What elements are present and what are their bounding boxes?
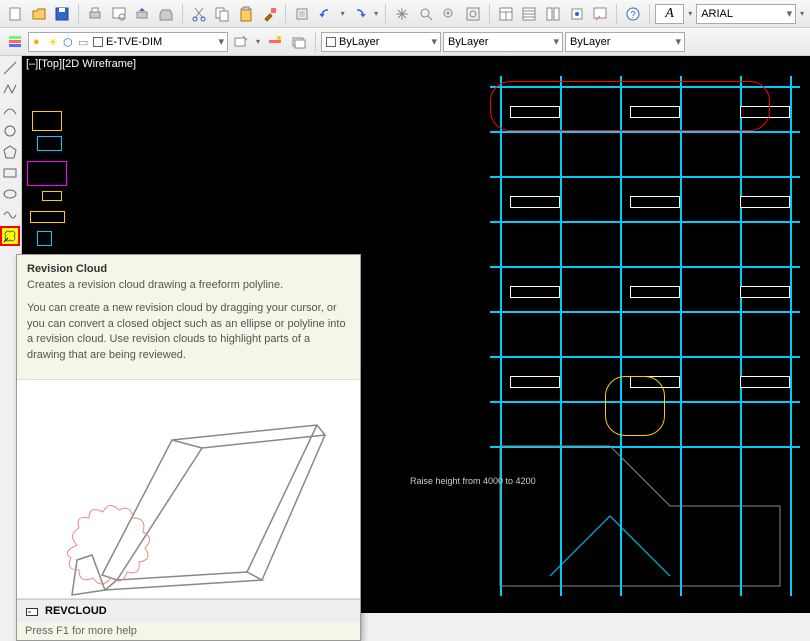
tool-palette-button[interactable] [542,3,564,25]
circle-tool[interactable] [0,121,20,141]
separator [285,4,286,24]
match-button[interactable] [259,3,281,25]
separator [616,4,617,24]
line-tool[interactable] [0,58,20,78]
linetype-value: ByLayer [448,36,488,48]
open-button[interactable] [28,3,50,25]
lineweight-value: ByLayer [570,36,610,48]
tooltip-popup: Revision Cloud Creates a revision cloud … [16,254,361,641]
undo-dropdown[interactable]: ▾ [339,3,347,25]
zoom-extents-button[interactable] [462,3,484,25]
separator [385,4,386,24]
color-select[interactable]: ByLayer [321,32,441,52]
tooltip-command: REVCLOUD [45,605,107,617]
separator [182,4,183,24]
font-name-value: ARIAL [701,8,733,20]
layer-states-dropdown[interactable]: ▾ [254,31,262,53]
3dprint-button[interactable] [155,3,177,25]
separator [649,4,650,24]
plot-preview-button[interactable] [108,3,130,25]
layer-prev-button[interactable] [288,31,310,53]
drawing-fragment-left [22,76,102,276]
redo-dropdown[interactable]: ▾ [372,3,380,25]
tooltip-help: Press F1 for more help [17,622,360,640]
drawing-main: Raise height from 4000 to 4200 [470,56,810,613]
lineweight-select[interactable]: ByLayer [565,32,685,52]
print-icon: ▭ [78,36,90,48]
arc-tool[interactable] [0,100,20,120]
design-center-button[interactable] [566,3,588,25]
zoom-window-button[interactable] [438,3,460,25]
font-name-select[interactable]: ARIAL [696,4,796,24]
pan-button[interactable] [391,3,413,25]
copy-button[interactable] [211,3,233,25]
help-button[interactable]: ? [622,3,644,25]
paste-button[interactable] [235,3,257,25]
tooltip-summary: Creates a revision cloud drawing a freef… [27,278,350,293]
separator [489,4,490,24]
bulb-icon: ● [33,36,45,48]
save-button[interactable] [51,3,73,25]
markup-button[interactable] [589,3,611,25]
sun-icon: ☀ [48,36,60,48]
layer-name-value: E-TVE-DIM [106,36,162,48]
tooltip-image [17,379,360,599]
block-button[interactable] [291,3,313,25]
lock-icon: ⬡ [63,36,75,48]
tooltip-command-row: REVCLOUD [17,599,360,622]
revcloud-tool[interactable] [0,226,20,246]
layer-select[interactable]: ● ☀ ⬡ ▭ E-TVE-DIM [28,32,228,52]
sheet-set-button[interactable] [518,3,540,25]
properties-button[interactable] [495,3,517,25]
color-swatch [93,37,103,47]
separator [315,32,316,52]
cut-button[interactable] [188,3,210,25]
spline-tool[interactable] [0,205,20,225]
tooltip-detail: You can create a new revision cloud by d… [27,301,350,363]
font-style-button[interactable]: A [655,4,685,24]
publish-button[interactable] [131,3,153,25]
font-style-dropdown[interactable]: ▾ [686,3,694,25]
undo-button[interactable] [315,3,337,25]
viewport-label[interactable]: [–][Top][2D Wireframe] [26,58,136,70]
svg-text:?: ? [630,10,636,21]
layer-properties-button[interactable] [4,31,26,53]
layer-states-button[interactable] [230,31,252,53]
layer-iso-button[interactable] [264,31,286,53]
main-toolbar: ▾ ▾ ? A ▾ ARIAL ▾ [0,0,810,28]
ellipse-tool[interactable] [0,184,20,204]
pline-tool[interactable] [0,79,20,99]
neighbor-dropdown[interactable]: ▾ [798,3,806,25]
tooltip-title: Revision Cloud [27,263,350,275]
redo-button[interactable] [349,3,371,25]
linetype-select[interactable]: ByLayer [443,32,563,52]
color-swatch [326,37,336,47]
color-value: ByLayer [339,36,379,48]
command-icon [25,604,39,618]
separator [78,4,79,24]
zoom-button[interactable] [415,3,437,25]
rectangle-tool[interactable] [0,163,20,183]
polygon-tool[interactable] [0,142,20,162]
print-button[interactable] [84,3,106,25]
layer-toolbar: ● ☀ ⬡ ▭ E-TVE-DIM ▾ ByLayer ByLayer ByLa… [0,28,810,56]
new-button[interactable] [4,3,26,25]
